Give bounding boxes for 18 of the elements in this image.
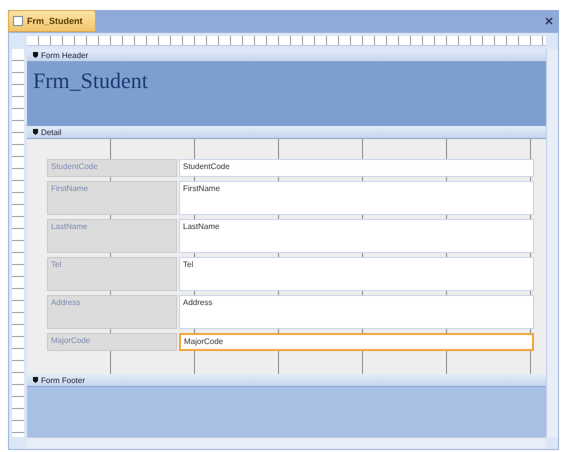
text-box[interactable]: StudentCode (179, 159, 534, 177)
section-title: Form Header (41, 50, 88, 60)
text-box[interactable]: FirstName (179, 181, 534, 215)
pin-icon (33, 129, 38, 135)
text-box[interactable]: Tel (179, 257, 534, 291)
section-title: Form Footer (41, 376, 86, 384)
text-box[interactable]: Address (179, 295, 534, 329)
close-icon[interactable] (545, 17, 553, 25)
horizontal-scrollbar[interactable] (27, 437, 546, 449)
text-box[interactable]: MajorCode (179, 333, 534, 351)
text-box[interactable]: LastName (179, 219, 534, 253)
section-title: Detail (41, 128, 62, 136)
form-icon (13, 16, 23, 26)
vertical-scrollbar[interactable] (546, 49, 558, 437)
pin-icon (33, 377, 38, 383)
form-tab[interactable]: Frm_Student (8, 10, 96, 32)
form-title[interactable]: Frm_Student (33, 68, 148, 93)
pin-icon (33, 52, 38, 58)
